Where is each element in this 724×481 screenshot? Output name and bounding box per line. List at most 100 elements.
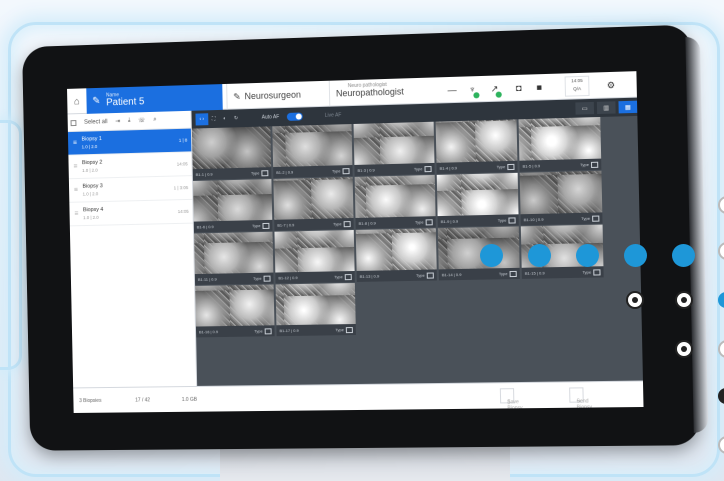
thumbnail-tag: Type <box>580 162 589 167</box>
tissue-image[interactable] <box>355 175 436 218</box>
thumbnail-checkbox[interactable] <box>264 275 271 281</box>
home-icon[interactable]: ⌂ <box>67 88 87 114</box>
thumbnail-item[interactable]: B1-11 | 0.9 Type <box>194 232 274 285</box>
thumbnail-checkbox[interactable] <box>593 269 600 275</box>
thumbnail-item[interactable]: B1-13 | 0.9 Type <box>356 228 437 282</box>
camera-icon[interactable]: ◘ <box>509 75 528 102</box>
export-icon[interactable]: ⇥ <box>115 118 120 125</box>
thumbnail-tag-group: Type <box>332 168 350 174</box>
thumbnail-checkbox[interactable] <box>262 222 269 228</box>
thumbnail-checkbox[interactable] <box>426 219 433 225</box>
collapse-button[interactable]: ‹ › <box>195 113 208 125</box>
thumbnail-caption: B1-2 | 0.9 Type <box>273 165 352 178</box>
thumbnail-caption: B1-7 | 0.9 Type <box>274 218 354 231</box>
biopsy-meta: 14:05 <box>178 209 193 214</box>
adjust-icon[interactable]: ◐ <box>219 113 230 125</box>
edit-icon[interactable]: ✎ <box>92 95 100 106</box>
search-icon[interactable]: ⌕ <box>153 117 156 124</box>
thumbnail-tag-group: Type <box>254 328 272 334</box>
settings-icon[interactable]: ⚙ <box>601 72 620 99</box>
grid-view-icon[interactable]: ▦ <box>618 101 637 114</box>
save-biopsy-button[interactable]: ▯ Save Biopsy <box>500 388 515 403</box>
list-item[interactable]: ≡ Biopsy 4 1.0 | 2.0 14:05 <box>69 200 192 227</box>
thumbnail-item[interactable]: B1-8 | 0.9 Type <box>355 175 436 229</box>
download-icon[interactable]: ⤓ <box>128 118 131 125</box>
tissue-image[interactable] <box>276 283 356 325</box>
thumbnail-item[interactable]: B1-2 | 0.9 Type <box>272 124 352 178</box>
thumbnail-item[interactable]: B1-10 | 0.9 Type <box>520 171 603 226</box>
tissue-image[interactable] <box>354 122 435 165</box>
thumbnail-checkbox[interactable] <box>424 165 431 171</box>
thumbnail-checkbox[interactable] <box>344 221 351 227</box>
surgeon-role[interactable]: ✎ Neurosurgeon <box>226 81 325 110</box>
tissue-image[interactable] <box>356 228 437 271</box>
thumbnail-caption: B1-9 | 0.9 Type <box>438 214 519 227</box>
connection-icon[interactable]: ↗ <box>485 75 504 102</box>
thumbnail-checkbox[interactable] <box>265 328 272 334</box>
decor-dot <box>672 244 695 267</box>
tissue-image[interactable] <box>193 179 272 222</box>
thumbnail-checkbox[interactable] <box>427 272 434 278</box>
single-view-icon[interactable]: ▭ <box>575 102 594 115</box>
tissue-image[interactable] <box>520 171 603 214</box>
list-item[interactable]: ≡ Biopsy 1 1.0 | 2.0 1 | 8 <box>68 129 191 156</box>
tissue-image[interactable] <box>194 232 273 274</box>
select-all-checkbox[interactable] <box>71 120 77 126</box>
thumbnail-checkbox[interactable] <box>346 327 353 333</box>
minus-icon[interactable]: — <box>443 77 462 104</box>
thumbnail-item[interactable]: B1-7 | 0.9 Type <box>273 177 353 231</box>
thumbnail-checkbox[interactable] <box>510 270 517 276</box>
tissue-image[interactable] <box>436 119 518 162</box>
drag-handle-icon[interactable]: ≡ <box>69 163 83 170</box>
list-item[interactable]: ≡ Biopsy 3 1.0 | 2.0 1 | 3:05 <box>69 176 192 203</box>
thumbnail-item[interactable]: B1-4 | 0.9 Type <box>436 119 518 174</box>
thumbnail-tag-group: Type <box>333 221 351 227</box>
tissue-image[interactable] <box>272 124 352 167</box>
tissue-image[interactable] <box>274 230 354 273</box>
live-af-label[interactable]: Live AF <box>321 109 346 122</box>
thumbnail-checkbox[interactable] <box>592 215 599 221</box>
split-view-icon[interactable]: ▥ <box>597 101 616 114</box>
biopsy-sub: 1.0 | 2.0 <box>82 140 179 151</box>
crop-icon[interactable]: ⛶ <box>208 113 220 125</box>
thumbnail-item[interactable]: B1-6 | 0.9 Type <box>193 179 273 232</box>
send-biopsy-button[interactable]: ↪ Send Biopsy <box>569 387 584 402</box>
thumbnail-checkbox[interactable] <box>507 163 514 169</box>
thumbnail-checkbox[interactable] <box>261 170 268 176</box>
thumbnail-item[interactable]: B1-3 | 0.9 Type <box>354 122 435 176</box>
tissue-image[interactable] <box>192 126 271 169</box>
thumbnail-item[interactable]: B1-12 | 0.9 Type <box>274 230 354 283</box>
tissue-image[interactable] <box>437 173 519 216</box>
footer-progress: 17 / 42 <box>135 397 150 403</box>
thumbnail-item[interactable]: B1-16 | 0.9 Type <box>195 284 275 337</box>
thumbnail-caption: B1-13 | 0.9 Type <box>357 269 437 282</box>
drag-handle-icon[interactable]: ≡ <box>69 187 83 194</box>
phone-icon[interactable]: ☏ <box>138 117 145 124</box>
thumbnail-item[interactable]: B1-1 | 0.9 Type <box>192 126 272 180</box>
rotate-icon[interactable]: ↻ <box>230 112 242 124</box>
microscope-icon[interactable]: ♆ <box>463 76 482 103</box>
auto-af-toggle[interactable] <box>287 112 303 120</box>
thumbnail-item[interactable]: B1-9 | 0.9 Type <box>437 173 519 227</box>
thumbnail-caption: B1-14 | 0.9 Type <box>439 268 520 281</box>
thumbnail-checkbox[interactable] <box>591 161 598 167</box>
thumbnail-item[interactable]: B1-17 | 0.9 Type <box>276 283 356 336</box>
thumbnail-checkbox[interactable] <box>342 168 349 174</box>
thumbnail-item[interactable]: B1-14 | 0.9 Type <box>438 226 520 280</box>
tissue-image[interactable] <box>195 284 274 326</box>
clock-sub: Q/A <box>566 85 589 94</box>
tissue-image[interactable] <box>273 177 353 220</box>
pathologist-role[interactable]: Neuro pathologist Neuropathologist <box>329 77 440 106</box>
image-gallery: ‹ › ⛶ ◐ ↻ Auto AF Live AF ▭ ▥ ▦ B1-1 | 0… <box>191 98 642 386</box>
tissue-image[interactable] <box>438 226 520 269</box>
thumbnail-checkbox[interactable] <box>508 217 515 223</box>
drag-handle-icon[interactable]: ≡ <box>70 210 84 217</box>
list-item[interactable]: ≡ Biopsy 2 1.0 | 2.0 14:05 <box>68 152 191 179</box>
drag-handle-icon[interactable]: ≡ <box>68 140 82 147</box>
send-biopsy-label: Send Biopsy <box>576 398 592 410</box>
thumbnail-checkbox[interactable] <box>345 274 352 280</box>
patient-tab[interactable]: ✎ Name Patient 5 <box>86 84 223 114</box>
thumbnail-item[interactable]: B1-5 | 0.9 Type <box>519 117 602 172</box>
tissue-image[interactable] <box>519 117 602 161</box>
stop-icon[interactable]: ■ <box>530 74 549 101</box>
